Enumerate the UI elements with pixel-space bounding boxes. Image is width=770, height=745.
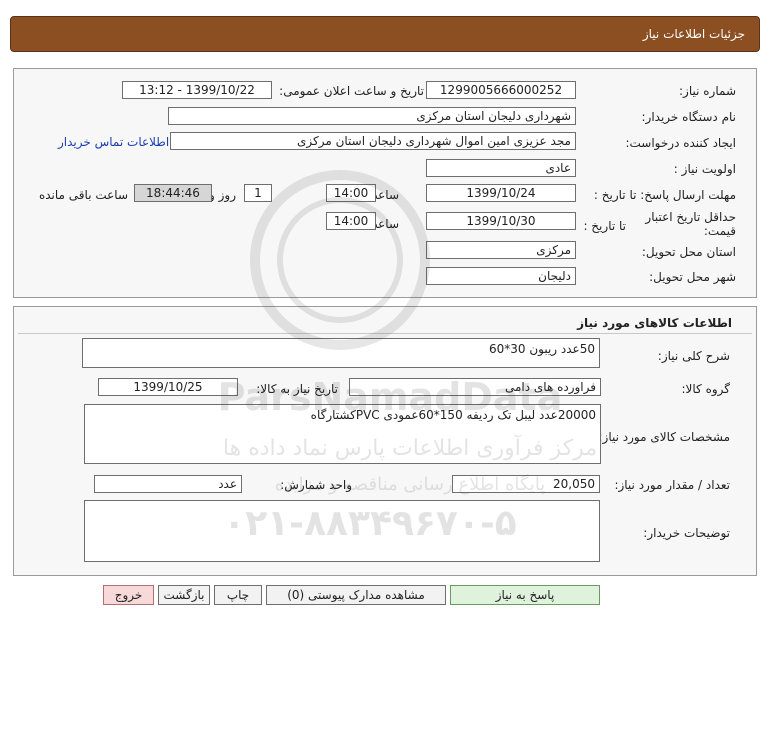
price-validity-label: حداقل تاریخ اعتبار قیمت: xyxy=(645,210,736,238)
reply-date-field: 1399/10/24 xyxy=(426,184,576,202)
view-attachments-button[interactable]: مشاهده مدارک پیوستی (0) xyxy=(266,585,446,605)
validity-hour-field: 14:00 xyxy=(326,212,376,230)
goods-group-field: فراورده های دامی xyxy=(349,378,601,396)
summary-label: شرح کلی نیاز: xyxy=(657,349,730,363)
need-date-label: تاریخ نیاز به کالا: xyxy=(256,382,338,396)
province-field: مرکزی xyxy=(426,241,576,259)
goods-panel: اطلاعات کالاهای مورد نیاز شرح کلی نیاز: … xyxy=(13,306,757,576)
reply-button[interactable]: پاسخ به نیاز xyxy=(450,585,600,605)
page-header: جزئیات اطلاعات نیاز xyxy=(10,16,760,52)
need-date-field: 1399/10/25 xyxy=(98,378,238,396)
section-divider xyxy=(18,333,752,334)
buyer-contact-link[interactable]: اطلاعات تماس خریدار xyxy=(58,135,169,149)
requester-label: ایجاد کننده درخواست: xyxy=(625,136,736,150)
buyer-org-label: نام دستگاه خریدار: xyxy=(641,110,737,124)
need-number-label: شماره نیاز: xyxy=(679,84,736,98)
specs-label: مشخصات کالای مورد نیاز: xyxy=(598,430,730,444)
exit-button[interactable]: خروج xyxy=(103,585,154,605)
buyer-notes-label: توضیحات خریدار: xyxy=(643,526,730,540)
priority-field: عادی xyxy=(426,159,576,177)
goods-group-label: گروه کالا: xyxy=(681,382,731,396)
requester-field: مجد عزیزی امین اموال شهرداری دلیجان استا… xyxy=(170,132,576,150)
until-date-label: تا تاریخ : xyxy=(583,219,626,233)
priority-label: اولویت نیاز : xyxy=(673,162,736,176)
specs-field: 20000عدد لیبل تک ردیفه 150*60عمودی PVCکش… xyxy=(84,404,601,464)
quantity-label: تعداد / مقدار مورد نیاز: xyxy=(614,478,730,492)
unit-field: عدد xyxy=(94,475,242,493)
buyer-org-field: شهرداری دلیجان استان مرکزی xyxy=(168,107,576,125)
summary-field: 50عدد ریبون 30*60 xyxy=(82,338,600,368)
page-title: جزئیات اطلاعات نیاز xyxy=(642,27,745,41)
print-button[interactable]: چاپ xyxy=(214,585,262,605)
remaining-time-field: 18:44:46 xyxy=(134,184,212,202)
quantity-field: 20,050 xyxy=(452,475,600,493)
days-label: روز و xyxy=(209,188,236,202)
reply-deadline-label: مهلت ارسال پاسخ: تا تاریخ : xyxy=(593,188,736,202)
unit-label: واحد شمارش: xyxy=(280,478,352,492)
goods-section-title: اطلاعات کالاهای مورد نیاز xyxy=(577,316,732,330)
back-button[interactable]: بازگشت xyxy=(158,585,210,605)
city-label: شهر محل تحویل: xyxy=(649,270,736,284)
remaining-days-field: 1 xyxy=(244,184,272,202)
need-number-field: 1299005666000252 xyxy=(426,81,576,99)
province-label: استان محل تحویل: xyxy=(641,245,736,259)
buyer-notes-field xyxy=(84,500,600,562)
announce-date-label: تاریخ و ساعت اعلان عمومی: xyxy=(279,84,424,98)
validity-date-field: 1399/10/30 xyxy=(426,212,576,230)
city-field: دلیجان xyxy=(426,267,576,285)
announce-date-field: 1399/10/22 - 13:12 xyxy=(122,81,272,99)
need-info-panel: شماره نیاز: 1299005666000252 تاریخ و ساع… xyxy=(13,68,757,298)
remaining-label: ساعت باقی مانده xyxy=(38,188,128,202)
reply-hour-field: 14:00 xyxy=(326,184,376,202)
